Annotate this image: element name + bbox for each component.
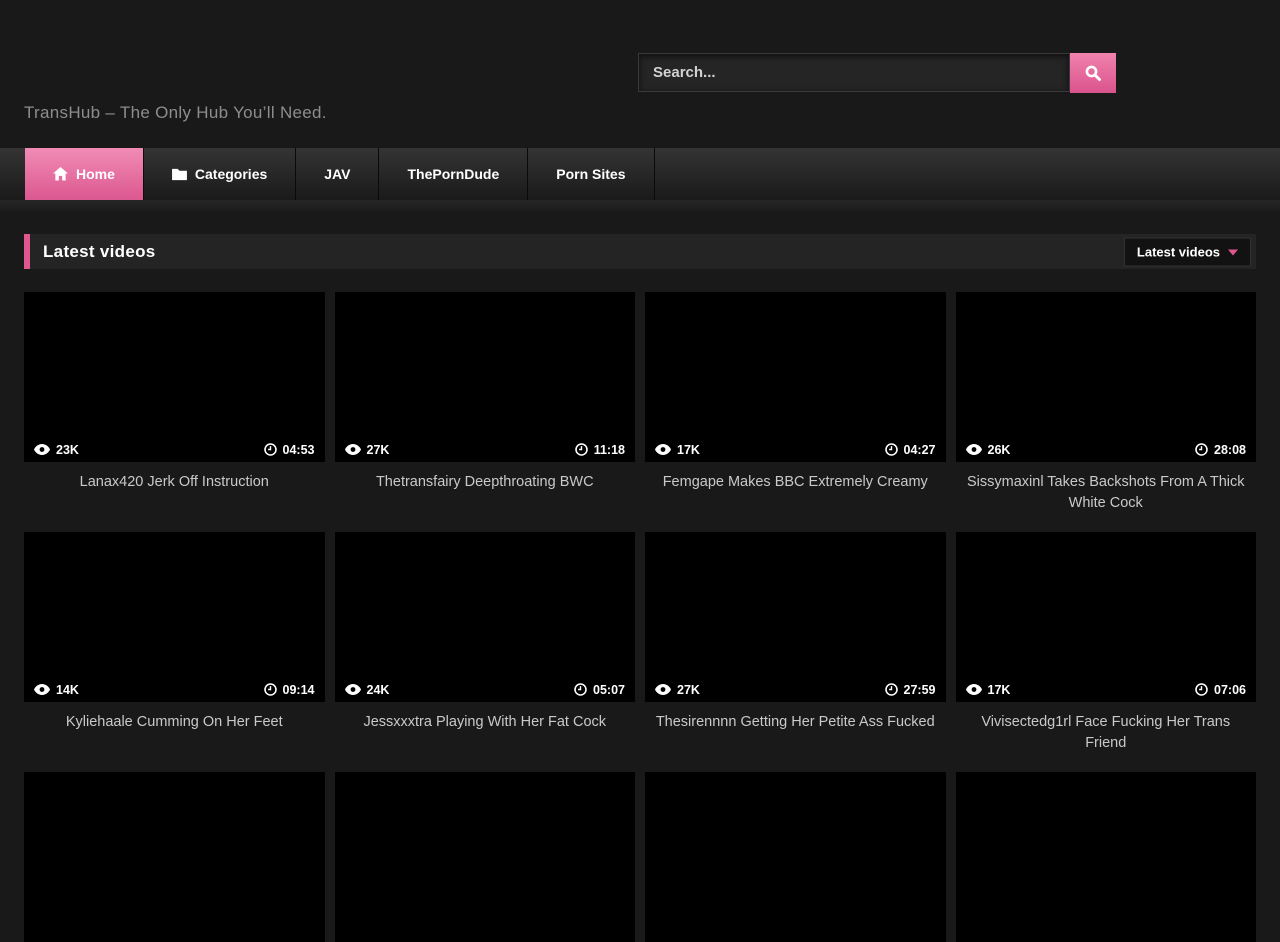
duration-icon (885, 683, 898, 696)
video-card[interactable] (335, 772, 636, 942)
video-meta: 23K 04:53 (24, 437, 325, 462)
video-title[interactable]: Thesirennnn Getting Her Petite Ass Fucke… (645, 702, 946, 772)
views-icon (966, 444, 982, 455)
views-icon (655, 684, 671, 695)
video-meta: 26K 28:08 (956, 437, 1257, 462)
nav-shadow (0, 200, 1280, 214)
main-navigation: Home Categories JAV ThePornDude Porn Sit… (0, 148, 1280, 200)
video-duration: 11:18 (594, 443, 625, 457)
video-card[interactable]: 27K 11:18 Thetransfairy Deepthroating BW… (335, 292, 636, 532)
section-header: Latest videos Latest videos (24, 234, 1256, 269)
search-button[interactable] (1070, 53, 1116, 93)
video-title[interactable]: Thetransfairy Deepthroating BWC (335, 462, 636, 532)
video-thumbnail[interactable]: 17K 07:06 (956, 532, 1257, 702)
video-meta: 27K 11:18 (335, 437, 636, 462)
magnifier-icon (1084, 64, 1102, 82)
duration-icon (574, 683, 587, 696)
video-duration: 05:07 (593, 683, 625, 697)
video-duration: 07:06 (1214, 683, 1246, 697)
video-duration: 28:08 (1214, 443, 1246, 457)
duration-icon (1195, 683, 1208, 696)
video-card[interactable] (956, 772, 1257, 942)
view-count: 27K (677, 683, 700, 697)
video-meta: 24K 05:07 (335, 677, 636, 702)
views-icon (966, 684, 982, 695)
video-meta: 17K 04:27 (645, 437, 946, 462)
video-meta: 17K 07:06 (956, 677, 1257, 702)
video-title[interactable]: Lanax420 Jerk Off Instruction (24, 462, 325, 532)
video-meta: 14K 09:14 (24, 677, 325, 702)
video-grid: 23K 04:53 Lanax420 Jerk Off Instruction … (24, 292, 1256, 942)
view-count: 17K (677, 443, 700, 457)
views-icon (34, 444, 50, 455)
views-icon (345, 444, 361, 455)
sort-dropdown[interactable]: Latest videos (1124, 237, 1251, 266)
nav-item-label: Home (76, 166, 115, 182)
nav-item-home[interactable]: Home (25, 148, 144, 200)
folder-icon (172, 168, 187, 181)
video-thumbnail[interactable]: 14K 09:14 (24, 532, 325, 702)
views-icon (345, 684, 361, 695)
duration-icon (885, 443, 898, 456)
video-card[interactable]: 17K 04:27 Femgape Makes BBC Extremely Cr… (645, 292, 946, 532)
video-card[interactable] (645, 772, 946, 942)
video-duration: 04:53 (283, 443, 315, 457)
video-thumbnail[interactable] (645, 772, 946, 942)
duration-icon (1195, 443, 1208, 456)
video-thumbnail[interactable]: 24K 05:07 (335, 532, 636, 702)
nav-item-label: Categories (195, 166, 267, 182)
video-card[interactable]: 17K 07:06 Vivisectedg1rl Face Fucking He… (956, 532, 1257, 772)
home-icon (53, 167, 68, 181)
nav-item-theporndude[interactable]: ThePornDude (379, 148, 528, 200)
caret-down-icon (1228, 249, 1238, 255)
view-count: 26K (988, 443, 1011, 457)
site-tagline: TransHub – The Only Hub You’ll Need. (24, 103, 327, 123)
views-icon (655, 444, 671, 455)
nav-item-porn-sites[interactable]: Porn Sites (528, 148, 654, 200)
duration-icon (264, 683, 277, 696)
search-bar (638, 53, 1116, 93)
video-thumbnail[interactable]: 27K 27:59 (645, 532, 946, 702)
video-title[interactable]: Sissymaxinl Takes Backshots From A Thick… (956, 462, 1257, 532)
video-card[interactable]: 27K 27:59 Thesirennnn Getting Her Petite… (645, 532, 946, 772)
duration-icon (575, 443, 588, 456)
video-card[interactable]: 24K 05:07 Jessxxxtra Playing With Her Fa… (335, 532, 636, 772)
duration-icon (264, 443, 277, 456)
video-thumbnail[interactable]: 23K 04:53 (24, 292, 325, 462)
view-count: 23K (56, 443, 79, 457)
video-thumbnail[interactable] (335, 772, 636, 942)
video-card[interactable]: 23K 04:53 Lanax420 Jerk Off Instruction (24, 292, 325, 532)
views-icon (34, 684, 50, 695)
video-thumbnail[interactable]: 27K 11:18 (335, 292, 636, 462)
video-card[interactable]: 26K 28:08 Sissymaxinl Takes Backshots Fr… (956, 292, 1257, 532)
nav-item-label: Porn Sites (556, 166, 625, 182)
video-duration: 09:14 (283, 683, 315, 697)
video-duration: 27:59 (904, 683, 936, 697)
video-meta: 27K 27:59 (645, 677, 946, 702)
video-card[interactable] (24, 772, 325, 942)
video-thumbnail[interactable] (956, 772, 1257, 942)
view-count: 17K (988, 683, 1011, 697)
video-title[interactable]: Vivisectedg1rl Face Fucking Her Trans Fr… (956, 702, 1257, 772)
video-title[interactable]: Femgape Makes BBC Extremely Creamy (645, 462, 946, 532)
search-input[interactable] (638, 53, 1070, 92)
video-thumbnail[interactable] (24, 772, 325, 942)
view-count: 14K (56, 683, 79, 697)
section-title: Latest videos (43, 242, 156, 262)
nav-item-jav[interactable]: JAV (296, 148, 379, 200)
view-count: 24K (367, 683, 390, 697)
video-card[interactable]: 14K 09:14 Kyliehaale Cumming On Her Feet (24, 532, 325, 772)
video-title[interactable]: Kyliehaale Cumming On Her Feet (24, 702, 325, 772)
nav-item-categories[interactable]: Categories (144, 148, 296, 200)
nav-item-label: ThePornDude (407, 166, 499, 182)
video-thumbnail[interactable]: 26K 28:08 (956, 292, 1257, 462)
nav-item-label: JAV (324, 166, 350, 182)
video-duration: 04:27 (904, 443, 936, 457)
view-count: 27K (367, 443, 390, 457)
video-thumbnail[interactable]: 17K 04:27 (645, 292, 946, 462)
page-header: TransHub – The Only Hub You’ll Need. (0, 0, 1280, 148)
video-title[interactable]: Jessxxxtra Playing With Her Fat Cock (335, 702, 636, 772)
sort-dropdown-label: Latest videos (1137, 244, 1220, 259)
